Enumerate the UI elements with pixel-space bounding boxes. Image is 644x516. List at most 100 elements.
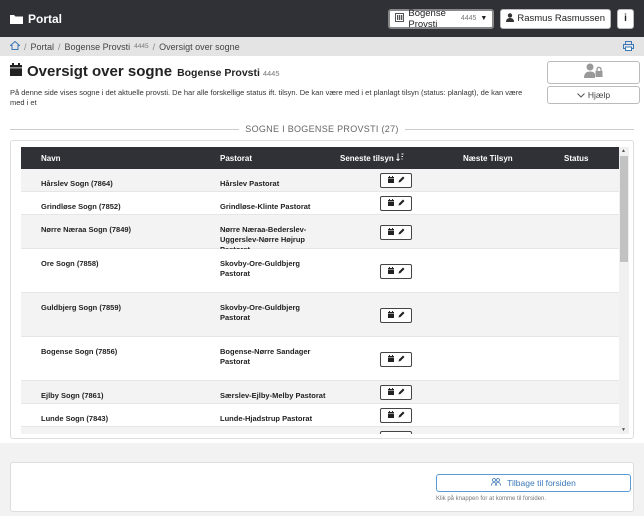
pencil-icon bbox=[398, 411, 405, 420]
table-header: Navn Pastorat Seneste tilsyn Næste Tilsy… bbox=[21, 147, 619, 169]
scroll-up-icon[interactable]: ▲ bbox=[621, 148, 626, 154]
calendar-icon bbox=[387, 388, 394, 397]
back-to-home-button[interactable]: Tilbage til forsiden bbox=[436, 474, 631, 492]
breadcrumb-portal[interactable]: Portal bbox=[31, 42, 55, 52]
church-icon bbox=[395, 12, 405, 25]
user-access-button[interactable] bbox=[547, 61, 640, 84]
pencil-icon bbox=[398, 355, 405, 364]
page-header: Oversigt over sogne Bogense Provsti 4445 bbox=[10, 63, 280, 81]
table-row: Bogense Sogn (7856) Bogense-Nørre Sandage… bbox=[21, 337, 619, 381]
page-title: Oversigt over sogne bbox=[27, 63, 173, 80]
table-row: Ore Sogn (7858) Skovby-Ore-Guldbjerg Pasto… bbox=[21, 249, 619, 293]
col-navn[interactable]: Navn bbox=[41, 154, 61, 163]
info-button[interactable]: i bbox=[617, 8, 634, 29]
help-button[interactable]: Hjælp bbox=[547, 86, 640, 104]
brand[interactable]: Portal bbox=[10, 12, 62, 26]
info-icon: i bbox=[624, 13, 627, 24]
cell-pastorat: Særslev-Ejlby-Melby Pastorat bbox=[220, 391, 335, 401]
calendar-icon bbox=[387, 355, 394, 364]
cell-pastorat-line: Lunde-Hjadstrup Pastorat bbox=[220, 414, 313, 423]
cell-pastorat-line: Nørre Næraa-Bederslev- bbox=[220, 225, 307, 234]
table-row: Ejlby Sogn (7861) Særslev-Ejlby-Melby Pas… bbox=[21, 381, 619, 404]
page-subtitle-name: Bogense Provsti bbox=[177, 67, 260, 79]
user-name: Rasmus Rasmussen bbox=[517, 13, 605, 24]
table-scrollbar[interactable]: ▲ ▼ bbox=[619, 147, 629, 434]
divider-line bbox=[404, 128, 634, 130]
tilsyn-action-button[interactable] bbox=[380, 173, 412, 188]
table-row: Guldbjerg Sogn (7859) Skovby-Ore-Guldbjer… bbox=[21, 293, 619, 337]
parish-table-container: Navn Pastorat Seneste tilsyn Næste Tilsy… bbox=[10, 140, 634, 439]
breadcrumb-separator: / bbox=[152, 41, 156, 52]
calendar-icon bbox=[387, 411, 394, 420]
cell-navn: Hårslev Sogn (7864) bbox=[41, 179, 113, 188]
tilsyn-action-button[interactable] bbox=[380, 308, 412, 323]
cell-pastorat-line: Bogense-Nørre Sandager bbox=[220, 347, 311, 356]
cell-navn: Ore Sogn (7858) bbox=[41, 259, 99, 268]
print-icon[interactable] bbox=[623, 40, 634, 53]
tilsyn-action-button[interactable] bbox=[380, 196, 412, 211]
app-title: Portal bbox=[28, 11, 63, 26]
section-label: SOGNE I BOGENSE PROVSTI (27) bbox=[245, 124, 399, 134]
cell-pastorat-line: Uggerslev-Nørre Højrup bbox=[220, 235, 306, 244]
breadcrumb-provsti-code: 4445 bbox=[134, 43, 149, 50]
footer-card: Tilbage til forsiden Klik på knappen for… bbox=[10, 462, 634, 512]
table-row: Nørre Næraa Sogn (7849) Nørre Næraa-Beder… bbox=[21, 215, 619, 254]
cell-pastorat-line: Særslev-Ejlby-Melby Pastorat bbox=[220, 391, 326, 400]
back-label: Tilbage til forsiden bbox=[507, 478, 576, 488]
help-label: Hjælp bbox=[587, 90, 611, 100]
sort-icon bbox=[396, 153, 404, 163]
people-icon bbox=[491, 478, 503, 488]
col-pastorat[interactable]: Pastorat bbox=[220, 154, 252, 163]
pencil-icon bbox=[398, 228, 405, 237]
col-seneste-tilsyn[interactable]: Seneste tilsyn bbox=[340, 153, 404, 163]
breadcrumb-current: Oversigt over sogne bbox=[159, 41, 240, 52]
cell-pastorat-line: Skovby-Ore-Guldbjerg bbox=[220, 303, 301, 312]
tilsyn-action-button[interactable] bbox=[380, 225, 412, 240]
cell-pastorat: Skovby-Ore-Guldbjerg Pastorat bbox=[220, 259, 335, 279]
user-lock-icon bbox=[583, 63, 604, 83]
page-subtitle: Bogense Provsti 4445 bbox=[177, 67, 279, 79]
pencil-icon bbox=[398, 388, 405, 397]
breadcrumb-provsti[interactable]: Bogense Provsti bbox=[65, 42, 131, 52]
cell-pastorat-line: Hårslev Pastorat bbox=[220, 179, 280, 188]
main-card: Oversigt over sogne Bogense Provsti 4445… bbox=[0, 56, 644, 443]
provsti-select[interactable]: Bogense Provsti 4445 ▼ bbox=[388, 7, 495, 30]
cell-navn: Bogense Sogn (7856) bbox=[41, 347, 118, 356]
tilsyn-action-button[interactable] bbox=[380, 431, 412, 434]
page-subtitle-code: 4445 bbox=[262, 69, 280, 78]
scroll-down-icon[interactable]: ▼ bbox=[621, 427, 626, 433]
calendar-icon bbox=[387, 199, 394, 208]
pencil-icon bbox=[398, 311, 405, 320]
scroll-thumb[interactable] bbox=[620, 156, 628, 262]
breadcrumb-separator: / bbox=[24, 41, 27, 52]
cell-navn: Ejlby Sogn (7861) bbox=[41, 391, 104, 400]
page-description: På denne side vises sogne i det aktuelle… bbox=[10, 88, 523, 107]
col-seneste-label: Seneste tilsyn bbox=[340, 154, 394, 163]
cell-navn: Nørre Næraa Sogn (7849) bbox=[41, 225, 132, 234]
divider-line bbox=[10, 128, 240, 130]
provsti-name: Bogense Provsti bbox=[408, 7, 446, 30]
home-icon[interactable] bbox=[9, 40, 21, 52]
calendar-icon bbox=[387, 311, 394, 320]
col-naeste-tilsyn[interactable]: Næste Tilsyn bbox=[463, 154, 513, 163]
calendar-icon bbox=[10, 63, 22, 81]
chevron-down-icon bbox=[577, 90, 585, 100]
col-status[interactable]: Status bbox=[564, 154, 588, 163]
calendar-icon bbox=[387, 228, 394, 237]
user-icon bbox=[506, 12, 515, 25]
parish-table: Navn Pastorat Seneste tilsyn Næste Tilsy… bbox=[21, 147, 619, 434]
breadcrumb-separator: / bbox=[58, 41, 61, 52]
table-row: Grindløse Sogn (7852) Grindløse-Klinte Pa… bbox=[21, 192, 619, 215]
tilsyn-action-button[interactable] bbox=[380, 264, 412, 279]
tilsyn-action-button[interactable] bbox=[380, 352, 412, 367]
cell-pastorat-line: Pastorat bbox=[220, 269, 251, 278]
folder-icon bbox=[10, 14, 23, 24]
tilsyn-action-button[interactable] bbox=[380, 385, 412, 400]
tilsyn-action-button[interactable] bbox=[380, 408, 412, 423]
cell-pastorat: Hårslev Pastorat bbox=[220, 179, 335, 189]
table-row: Hårslev Sogn (7864) Hårslev Pastorat bbox=[21, 169, 619, 192]
cell-pastorat: Lunde-Hjadstrup Pastorat bbox=[220, 414, 335, 424]
pencil-icon bbox=[398, 267, 405, 276]
cell-pastorat: Skovby-Ore-Guldbjerg Pastorat bbox=[220, 303, 335, 323]
user-menu-button[interactable]: Rasmus Rasmussen bbox=[500, 8, 611, 29]
